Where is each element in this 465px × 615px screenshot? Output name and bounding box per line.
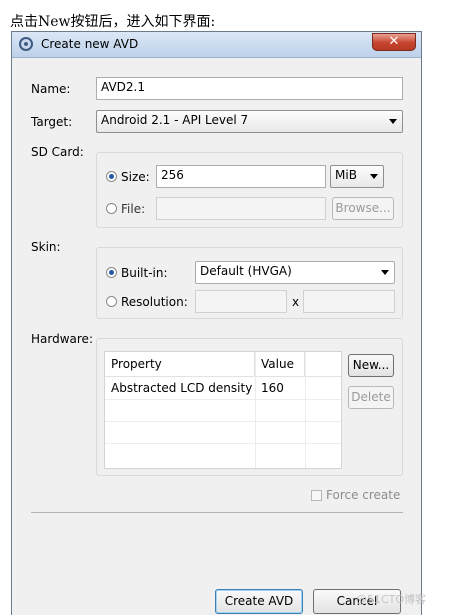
file-label: File:	[121, 202, 146, 216]
skin-label: Skin:	[31, 240, 61, 254]
separator	[31, 512, 403, 513]
page-caption: 点击New按钮后，进入如下界面:	[10, 14, 216, 30]
name-label: Name:	[31, 82, 71, 96]
size-radio[interactable]	[106, 171, 117, 182]
resolution-width-input[interactable]	[195, 290, 287, 313]
resolution-x-label: x	[292, 295, 300, 309]
close-icon: ✕	[388, 34, 400, 49]
resolution-height-input[interactable]	[303, 290, 395, 313]
value-cell: 160	[261, 381, 284, 395]
builtin-skin-select[interactable]: Default (HVGA)	[195, 261, 395, 284]
chevron-down-icon	[370, 174, 378, 179]
title-bar: Create new AVD ✕	[12, 32, 421, 58]
builtin-radio[interactable]	[106, 267, 117, 278]
android-avd-icon	[19, 37, 33, 51]
builtin-skin-value: Default (HVGA)	[200, 264, 292, 278]
size-unit-select[interactable]: MiB	[330, 165, 384, 188]
resolution-label: Resolution:	[121, 295, 188, 309]
create-avd-dialog: Create new AVD ✕ Name: AVD2.1 Target: An…	[11, 31, 422, 615]
window-title: Create new AVD	[41, 37, 139, 51]
row-divider	[105, 399, 341, 400]
column-divider	[305, 352, 306, 468]
target-select[interactable]: Android 2.1 - API Level 7	[96, 110, 403, 133]
row-divider	[105, 421, 341, 422]
file-radio[interactable]	[106, 203, 117, 214]
browse-button[interactable]: Browse...	[332, 197, 394, 220]
create-avd-button[interactable]: Create AVD	[215, 589, 303, 614]
hardware-table: Property Value Abstracted LCD density 16…	[104, 351, 342, 469]
target-label: Target:	[31, 115, 73, 129]
delete-property-button[interactable]: Delete	[348, 386, 394, 409]
resolution-radio[interactable]	[106, 296, 117, 307]
size-input[interactable]: 256	[156, 165, 326, 188]
chevron-down-icon	[381, 270, 389, 275]
chevron-down-icon	[389, 119, 397, 124]
size-unit-value: MiB	[335, 168, 357, 182]
column-header-property[interactable]: Property	[105, 352, 255, 376]
sdcard-label: SD Card:	[31, 145, 84, 159]
close-button[interactable]: ✕	[372, 33, 416, 51]
file-input[interactable]	[156, 197, 326, 220]
row-divider	[105, 443, 341, 444]
column-header-value[interactable]: Value	[255, 352, 305, 376]
hardware-label: Hardware:	[31, 332, 93, 346]
property-cell: Abstracted LCD density	[111, 381, 253, 395]
watermark: @51CTO博客	[356, 593, 427, 606]
force-create-label: Force create	[326, 488, 401, 502]
target-select-value: Android 2.1 - API Level 7	[101, 113, 249, 127]
name-field[interactable]: AVD2.1	[96, 77, 403, 100]
column-divider	[255, 352, 256, 468]
size-label: Size:	[121, 170, 150, 184]
new-property-button[interactable]: New...	[348, 354, 394, 377]
builtin-label: Built-in:	[121, 266, 168, 280]
force-create-checkbox[interactable]	[311, 490, 322, 501]
